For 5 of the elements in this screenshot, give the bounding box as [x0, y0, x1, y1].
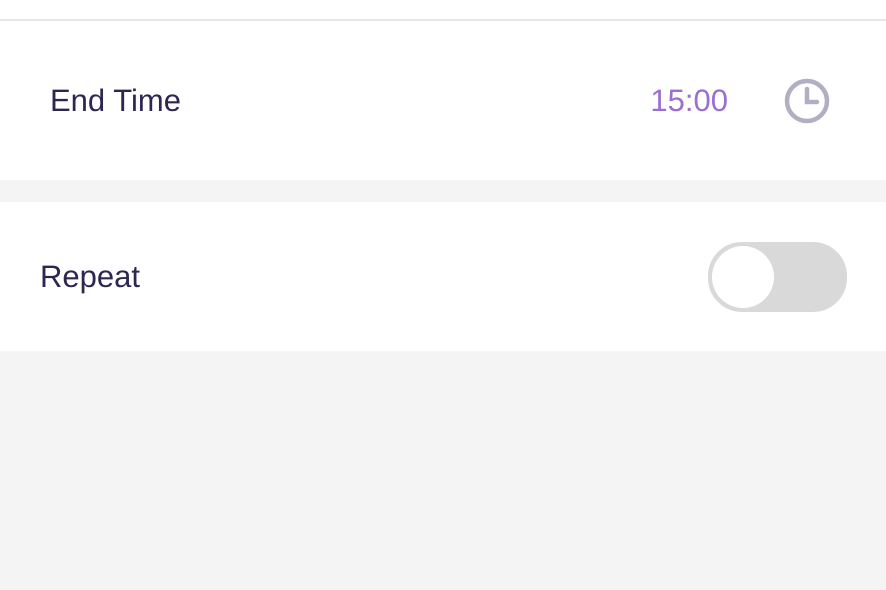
repeat-label: Repeat [40, 258, 141, 294]
end-time-label: End Time [50, 82, 182, 118]
end-time-value: 15:00 [650, 82, 728, 118]
clock-icon[interactable] [784, 78, 830, 124]
end-time-row[interactable]: End Time 15:00 [0, 21, 886, 180]
